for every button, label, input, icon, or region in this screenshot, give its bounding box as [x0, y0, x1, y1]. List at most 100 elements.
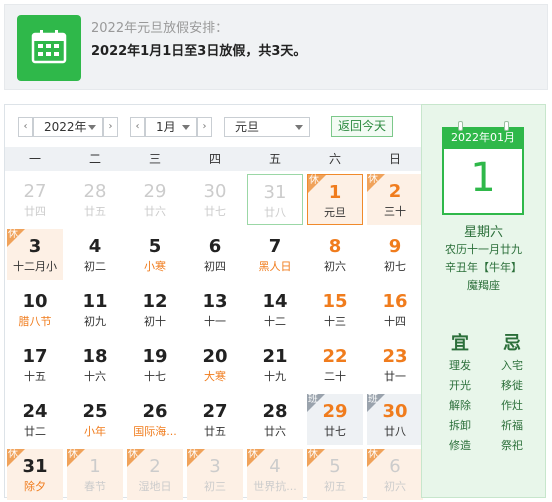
lunar-label: 十九 [264, 370, 286, 383]
day-cell[interactable]: 16 十四 [367, 284, 423, 335]
day-cell[interactable]: 6 初四 [187, 229, 243, 280]
weekday-label: 一 [28, 152, 41, 166]
day-cell[interactable]: 7 黑人日 [247, 229, 303, 280]
day-cell[interactable]: 18 十六 [67, 339, 123, 390]
day-cell[interactable]: 24 廿二 [7, 394, 63, 445]
day-cell[interactable]: 14 十二 [247, 284, 303, 335]
lunar-label: 初六 [384, 480, 406, 493]
day-cell[interactable]: 28 廿五 [67, 174, 123, 225]
lunar-label: 廿四 [24, 205, 46, 218]
day-number: 22 [322, 346, 348, 367]
day-cell[interactable]: 26 国际海... [127, 394, 183, 445]
holiday-banner: 2022年元旦放假安排： 2022年1月1日至3日放假，共3天。 [4, 4, 548, 90]
day-cell[interactable]: 休 3 初三 [187, 449, 243, 500]
holiday-select[interactable]: 元旦 [224, 117, 310, 137]
day-number: 1 [89, 456, 101, 477]
weekday-label: 五 [268, 152, 281, 166]
day-cell[interactable]: 5 小寒 [127, 229, 183, 280]
weekday-label: 四 [208, 152, 221, 166]
prev-year-button[interactable]: ‹ [18, 117, 33, 137]
day-cell[interactable]: 27 廿五 [187, 394, 243, 445]
day-number: 4 [269, 456, 281, 477]
day-cell[interactable]: 休 31 除夕 [7, 449, 63, 500]
banner-detail: 2022年1月1日至3日放假，共3天。 [91, 44, 307, 59]
day-cell[interactable]: 22 二十 [307, 339, 363, 390]
month-select[interactable]: 1月 [145, 117, 197, 137]
day-number: 6 [389, 456, 401, 477]
day-cell[interactable]: 19 十七 [127, 339, 183, 390]
day-cell[interactable]: 15 十三 [307, 284, 363, 335]
day-cell[interactable]: 13 十一 [187, 284, 243, 335]
month-select-value: 1月 [156, 120, 176, 134]
day-number: 10 [22, 291, 48, 312]
year-select[interactable]: 2022年 [33, 117, 103, 137]
day-number: 31 [22, 456, 48, 477]
day-number: 18 [82, 346, 108, 367]
day-cell[interactable]: 班 30 廿八 [367, 394, 423, 445]
yi-title: 宜 [451, 333, 469, 354]
constellation: 魔羯座 [467, 279, 500, 292]
day-cell[interactable]: 休 1 元旦 [307, 174, 363, 225]
ji-item: 祭祀 [501, 439, 523, 452]
day-cell[interactable]: 休 2 三十 [367, 174, 423, 225]
day-cell[interactable]: 休 2 湿地日 [127, 449, 183, 500]
day-cell[interactable]: 21 十九 [247, 339, 303, 390]
day-cell[interactable]: 8 初六 [307, 229, 363, 280]
year-select-value: 2022年 [44, 120, 87, 134]
prev-month-button[interactable]: ‹ [130, 117, 145, 137]
back-to-today-button[interactable]: 返回今天 [331, 116, 393, 137]
day-cell[interactable]: 班 29 廿七 [307, 394, 363, 445]
day-number: 11 [82, 291, 108, 312]
lunar-label: 廿七 [204, 205, 226, 218]
day-number: 27 [23, 181, 47, 202]
day-cell[interactable]: 休 4 世界抗... [247, 449, 303, 500]
day-cell[interactable]: 29 廿六 [127, 174, 183, 225]
ji-item: 作灶 [501, 399, 523, 412]
next-month-button[interactable]: › [197, 117, 212, 137]
day-cell[interactable]: 休 1 春节 [67, 449, 123, 500]
selected-month-label: 2022年01月 [442, 127, 524, 149]
day-number: 5 [329, 456, 341, 477]
day-number: 2 [388, 181, 402, 202]
day-cell[interactable]: 休 5 初五 [307, 449, 363, 500]
lunar-label: 廿六 [264, 425, 286, 438]
day-cell[interactable]: 10 腊八节 [7, 284, 63, 335]
day-cell[interactable]: 20 大寒 [187, 339, 243, 390]
day-cell[interactable]: 休 3 十二月小 [7, 229, 63, 280]
day-number: 19 [142, 346, 168, 367]
lunar-label: 廿八 [384, 425, 406, 438]
day-cell[interactable]: 31 廿八 [247, 174, 303, 225]
lunar-label: 十七 [144, 370, 166, 383]
day-number: 31 [263, 182, 287, 203]
chevron-down-icon [182, 125, 190, 130]
day-cell[interactable]: 9 初七 [367, 229, 423, 280]
day-number: 29 [143, 181, 167, 202]
day-number: 16 [382, 291, 408, 312]
day-cell[interactable]: 25 小年 [67, 394, 123, 445]
lunar-label: 廿八 [264, 206, 286, 219]
yi-item: 开光 [449, 379, 471, 392]
weekday-label: 二 [88, 152, 101, 166]
day-number: 25 [82, 401, 108, 422]
day-cell[interactable]: 12 初十 [127, 284, 183, 335]
day-cell[interactable]: 17 十五 [7, 339, 63, 390]
lunar-label: 小年 [84, 425, 106, 438]
day-cell[interactable]: 30 廿七 [187, 174, 243, 225]
day-number: 26 [142, 401, 168, 422]
selected-date-card: 2022年01月 1 [442, 121, 524, 215]
day-cell[interactable]: 23 廿一 [367, 339, 423, 390]
day-number: 1 [328, 182, 342, 203]
day-cell[interactable]: 休 6 初六 [367, 449, 423, 500]
selected-day-number: 1 [470, 155, 496, 201]
lunar-date: 农历十一月廿九 [445, 243, 522, 256]
lunar-label: 小寒 [144, 260, 166, 273]
day-cell[interactable]: 28 廿六 [247, 394, 303, 445]
day-cell[interactable]: 4 初二 [67, 229, 123, 280]
day-cell[interactable]: 27 廿四 [7, 174, 63, 225]
lunar-label: 初四 [204, 260, 226, 273]
ji-item: 入宅 [501, 359, 523, 372]
lunar-label: 初五 [324, 480, 346, 493]
day-number: 23 [382, 346, 408, 367]
next-year-button[interactable]: › [103, 117, 118, 137]
day-cell[interactable]: 11 初九 [67, 284, 123, 335]
